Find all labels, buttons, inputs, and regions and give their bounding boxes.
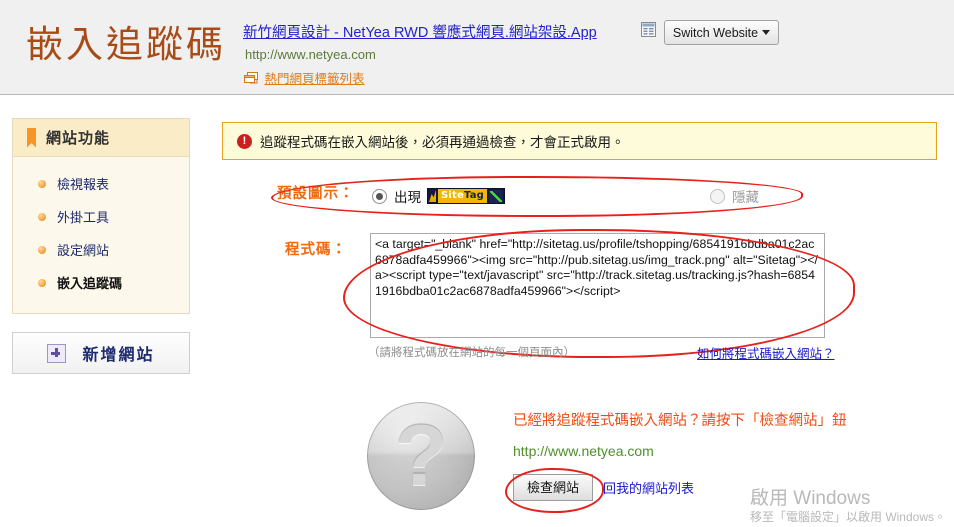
green-chart-arrow-icon (489, 189, 504, 203)
radio-hide[interactable] (710, 188, 725, 204)
option-hide-label: 隱藏 (732, 190, 759, 205)
default-icon-label: 預設圖示： (277, 186, 355, 202)
badge-word-site: Site (441, 190, 464, 201)
badge-word-tag: Tag (464, 190, 485, 201)
cta-url: http://www.netyea.com (513, 443, 654, 459)
notice-banner: ! 追蹤程式碼在嵌入網站後，必須再通過檢查，才會正式啟用。 (222, 122, 937, 160)
option-hide[interactable]: 隱藏 (710, 186, 759, 206)
tracking-code-textarea[interactable] (370, 233, 825, 338)
option-show-label: 出現 (394, 190, 421, 205)
windows-activation-watermark: 啟用 Windows 移至「電腦設定」以啟用 Windows。 (750, 488, 946, 525)
badge-mark-icon (429, 190, 436, 202)
check-site-button[interactable]: 檢查網站 (513, 474, 593, 501)
option-show[interactable]: 出現 SiteTag (372, 186, 506, 206)
radio-show[interactable] (372, 188, 387, 204)
code-label: 程式碼： (285, 242, 347, 258)
watermark-subtitle: 移至「電腦設定」以啟用 Windows。 (749, 510, 946, 524)
main-content: ! 追蹤程式碼在嵌入網站後，必須再通過檢查，才會正式啟用。 預設圖示： 出現 S… (0, 0, 954, 527)
back-to-site-list-link[interactable]: 回我的網站列表 (603, 478, 694, 497)
how-to-embed-link[interactable]: 如何將程式碼嵌入網站？ (697, 343, 835, 362)
code-hint: （請將程式碼放在網站的每一個頁面內） (368, 347, 575, 359)
watermark-title: 啟用 Windows (749, 488, 871, 509)
question-mark-glyph: ? (394, 408, 448, 504)
question-mark-icon: ? (367, 402, 475, 510)
cta-text: 已經將追蹤程式碼嵌入網站？請按下「檢查網站」鈕 (513, 413, 847, 429)
warning-icon: ! (237, 133, 252, 149)
notice-text: 追蹤程式碼在嵌入網站後，必須再通過檢查，才會正式啟用。 (260, 135, 625, 150)
sitetag-badge: SiteTag (427, 188, 506, 204)
badge-word: SiteTag (438, 189, 488, 203)
